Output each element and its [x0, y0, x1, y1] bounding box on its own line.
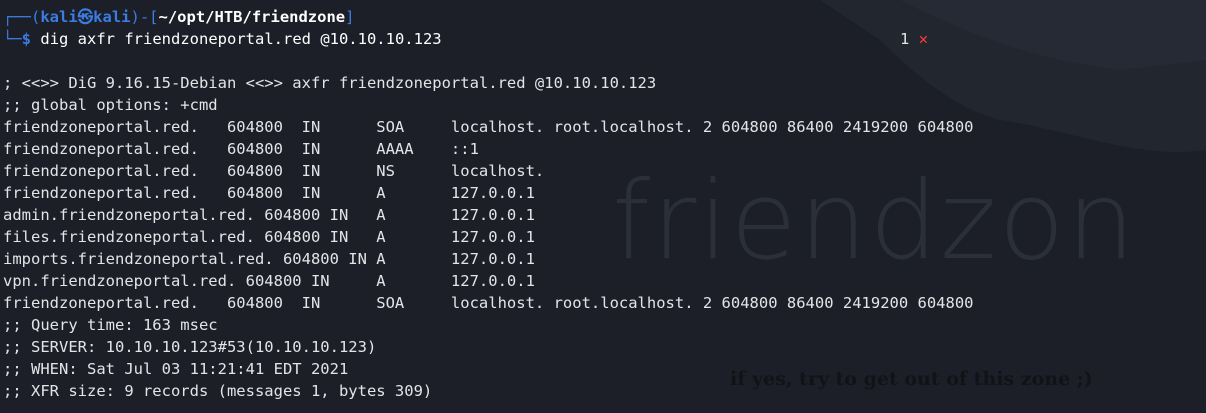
prompt-line-top: ┌──(kali㉿kali)-[~/opt/HTB/friendzone] [0, 6, 1206, 28]
prompt-line-command: └─$ dig axfr friendzoneportal.red @10.10… [0, 28, 1206, 50]
output-line: friendzoneportal.red. 604800 IN A 127.0.… [3, 184, 535, 202]
prompt-close-bracket: ] [345, 8, 355, 26]
output-line: ;; global options: +cmd [3, 96, 218, 114]
output-line: ;; Query time: 163 msec [3, 316, 218, 334]
output-line: admin.friendzoneportal.red. 604800 IN A … [3, 206, 535, 224]
exit-code: 1 [900, 30, 910, 48]
exit-status: 1 ✕ [900, 28, 928, 50]
terminal-content: ┌──(kali㉿kali)-[~/opt/HTB/friendzone] └─… [0, 0, 1206, 402]
command-text[interactable]: dig axfr friendzoneportal.red @10.10.10.… [40, 30, 441, 48]
command-output: ; <<>> DiG 9.16.15-Debian <<>> axfr frie… [0, 72, 1206, 402]
output-line: ;; WHEN: Sat Jul 03 11:21:41 EDT 2021 [3, 360, 349, 378]
prompt-at-symbol: ㉿ [77, 8, 94, 26]
output-line: friendzoneportal.red. 604800 IN AAAA ::1 [3, 140, 479, 158]
prompt-path: ~/opt/HTB/friendzone [158, 8, 346, 26]
prompt-separator: )-[ [130, 8, 159, 26]
prompt-box-top: ┌──( [3, 8, 41, 26]
output-line: friendzoneportal.red. 604800 IN SOA loca… [3, 294, 974, 312]
output-line: friendzoneportal.red. 604800 IN NS local… [3, 162, 545, 180]
terminal-window[interactable]: friendzon if yes, try to get out of this… [0, 0, 1206, 413]
output-line: friendzoneportal.red. 604800 IN SOA loca… [3, 118, 974, 136]
prompt-box-bottom: └─ [3, 30, 22, 48]
output-line: ;; XFR size: 9 records (messages 1, byte… [3, 382, 433, 400]
prompt-user: kali [40, 8, 78, 26]
output-line: files.friendzoneportal.red. 604800 IN A … [3, 228, 535, 246]
output-line: ;; SERVER: 10.10.10.123#53(10.10.10.123) [3, 338, 377, 356]
output-line: imports.friendzoneportal.red. 604800 IN … [3, 250, 535, 268]
output-line: vpn.friendzoneportal.red. 604800 IN A 12… [3, 272, 535, 290]
output-line: ; <<>> DiG 9.16.15-Debian <<>> axfr frie… [3, 74, 657, 92]
prompt-host: kali [93, 8, 131, 26]
x-mark-icon: ✕ [918, 30, 929, 48]
prompt-dollar: $ [21, 30, 32, 48]
